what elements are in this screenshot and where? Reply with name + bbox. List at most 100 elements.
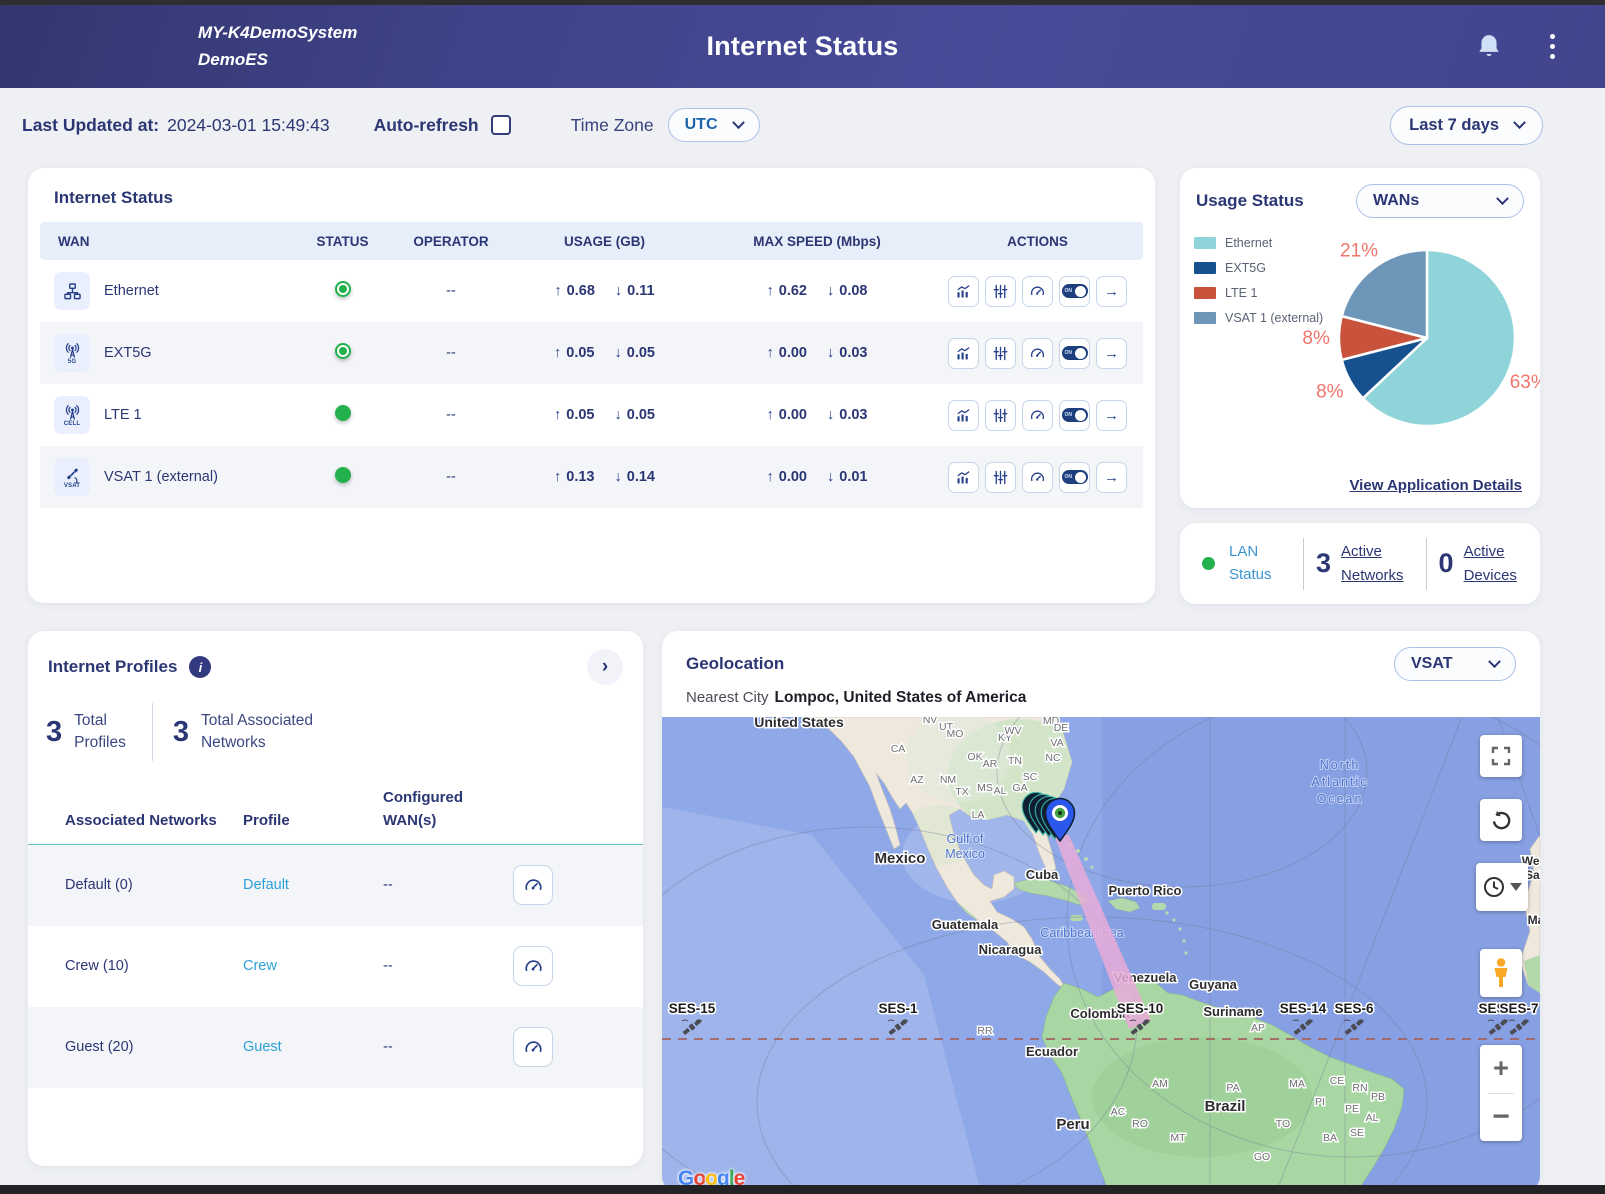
- pie-percentage-label: 8%: [1316, 381, 1344, 402]
- info-icon[interactable]: i: [189, 656, 211, 678]
- pie-percentage-label: 63%: [1510, 372, 1540, 393]
- wan-usage: ↑0.05 ↓0.05: [554, 345, 655, 361]
- speed-test-button[interactable]: [1022, 338, 1053, 369]
- map-water-label: Atlantic: [1312, 775, 1369, 789]
- satellite-label: SES-6: [1334, 1001, 1374, 1016]
- active-networks-link[interactable]: ActiveNetworks: [1341, 540, 1404, 587]
- speed-test-button[interactable]: [1022, 276, 1053, 307]
- chevron-right-button[interactable]: ›: [587, 649, 623, 685]
- chevron-down-icon: [1513, 116, 1526, 129]
- profile-link[interactable]: Guest: [243, 1039, 282, 1055]
- wan-toggle-button[interactable]: ON: [1059, 400, 1090, 431]
- usage-chart-button[interactable]: [948, 462, 979, 493]
- speed-test-button[interactable]: [513, 1027, 553, 1067]
- zoom-in-button[interactable]: +: [1493, 1045, 1509, 1093]
- map-state-label: AL: [994, 785, 1007, 797]
- map-state-label: RR: [977, 1025, 993, 1037]
- map-country-label: Cuba: [1026, 867, 1059, 882]
- profiles-column-header: Profile: [243, 787, 383, 845]
- configure-button[interactable]: [985, 462, 1016, 493]
- wan-table-row: 5G EXT5G -- ↑0.05 ↓0.05 ↑0.00 ↓0.03 ON →: [40, 322, 1143, 384]
- wan-details-button[interactable]: →: [1096, 400, 1127, 431]
- pegman-button[interactable]: [1480, 949, 1522, 997]
- kebab-menu-icon[interactable]: [1550, 34, 1555, 59]
- map-water-label: Mexico: [945, 847, 985, 861]
- timezone-value: UTC: [685, 116, 718, 134]
- timezone-select[interactable]: UTC: [668, 108, 760, 142]
- usage-pie-chart: 63%8%8%21%: [1180, 214, 1540, 464]
- date-range-select[interactable]: Last 7 days: [1390, 106, 1543, 145]
- map-state-label: WV: [1005, 725, 1022, 737]
- profiles-table-row: Default (0) Default --: [28, 845, 643, 926]
- antenna-icon: CELL: [54, 396, 90, 434]
- wan-toggle-button[interactable]: ON: [1059, 338, 1090, 369]
- map-state-label: TN: [1008, 755, 1022, 767]
- wan-status-dot: [335, 405, 351, 421]
- map-state-label: SE: [1350, 1127, 1364, 1139]
- lan-status-card: LANStatus 3 ActiveNetworks 0 ActiveDevic…: [1180, 523, 1540, 604]
- page-title: Internet Status: [0, 31, 1605, 62]
- wan-details-button[interactable]: →: [1096, 462, 1127, 493]
- wan-details-button[interactable]: →: [1096, 338, 1127, 369]
- speed-test-button[interactable]: [1022, 462, 1053, 493]
- pie-percentage-label: 21%: [1340, 240, 1378, 261]
- clock-icon: [1482, 875, 1506, 899]
- configure-button[interactable]: [985, 400, 1016, 431]
- reset-rotation-button[interactable]: [1480, 799, 1522, 841]
- configure-button[interactable]: [985, 338, 1016, 369]
- usage-chart-button[interactable]: [948, 276, 979, 307]
- speed-test-button[interactable]: [1022, 400, 1053, 431]
- wan-max-speed: ↑0.00 ↓0.03: [767, 345, 868, 361]
- upload-arrow-icon: ↑: [554, 345, 561, 361]
- map-state-label: LA: [972, 809, 985, 821]
- map-state-label: MO: [947, 728, 964, 740]
- profile-link[interactable]: Crew: [243, 958, 277, 974]
- map-state-label: AL: [1366, 1112, 1379, 1124]
- satellite-label: SES-7: [1499, 1001, 1538, 1016]
- map-state-label: AM: [1152, 1078, 1168, 1090]
- satellite-label: SES-10: [1117, 1001, 1164, 1016]
- profile-link[interactable]: Default: [243, 877, 289, 893]
- map-canvas[interactable]: United StatesMexicoCubaPuerto RicoGuatem…: [662, 717, 1540, 1192]
- toolbar: Last Updated at: 2024-03-01 15:49:43 Aut…: [0, 96, 1605, 154]
- map-country-label: Guatemala: [932, 917, 999, 932]
- usage-scope-select[interactable]: WANs: [1356, 184, 1524, 218]
- zoom-out-button[interactable]: −: [1492, 1094, 1510, 1142]
- internet-profiles-card: Internet Profiles i › 3 TotalProfiles 3 …: [28, 631, 643, 1166]
- profiles-table: Associated NetworksProfileConfigured WAN…: [28, 787, 643, 1088]
- wan-details-button[interactable]: →: [1096, 276, 1127, 307]
- speed-test-button[interactable]: [513, 946, 553, 986]
- configure-button[interactable]: [985, 276, 1016, 307]
- wan-usage: ↑0.05 ↓0.05: [554, 407, 655, 423]
- total-networks-count: 3: [173, 716, 189, 749]
- auto-refresh-checkbox[interactable]: [491, 115, 511, 135]
- upload-arrow-icon: ↑: [767, 469, 774, 485]
- profiles-table-row: Crew (10) Crew --: [28, 926, 643, 1007]
- upload-arrow-icon: ↑: [767, 407, 774, 423]
- wan-toggle-button[interactable]: ON: [1059, 462, 1090, 493]
- speed-test-button[interactable]: [513, 865, 553, 905]
- usage-chart-button[interactable]: [948, 400, 979, 431]
- map-state-label: RN: [1352, 1082, 1367, 1094]
- timezone-label: Time Zone: [571, 115, 654, 136]
- map-state-label: GO: [1254, 1151, 1270, 1163]
- configured-wans: --: [383, 1007, 513, 1088]
- timeline-button[interactable]: [1476, 863, 1528, 911]
- map-state-label: PA: [1226, 1082, 1239, 1094]
- notifications-bell-icon[interactable]: [1476, 33, 1502, 61]
- active-devices-link[interactable]: ActiveDevices: [1464, 540, 1517, 587]
- map-state-label: SC: [1023, 771, 1038, 783]
- fullscreen-button[interactable]: [1480, 735, 1522, 777]
- upload-arrow-icon: ↑: [554, 407, 561, 423]
- usage-chart-button[interactable]: [948, 338, 979, 369]
- map-water-label: Ocean: [1317, 792, 1364, 806]
- wan-toggle-button[interactable]: ON: [1059, 276, 1090, 307]
- profiles-table-row: Guest (20) Guest --: [28, 1007, 643, 1088]
- lan-status-dot: [1202, 557, 1215, 570]
- view-application-details-link[interactable]: View Application Details: [1349, 477, 1522, 494]
- profiles-column-header: Associated Networks: [28, 787, 243, 845]
- configured-wans: --: [383, 845, 513, 926]
- map-state-label: CE: [1330, 1075, 1345, 1087]
- wan-column-header: ACTIONS: [932, 222, 1143, 260]
- geo-source-select[interactable]: VSAT: [1394, 647, 1516, 681]
